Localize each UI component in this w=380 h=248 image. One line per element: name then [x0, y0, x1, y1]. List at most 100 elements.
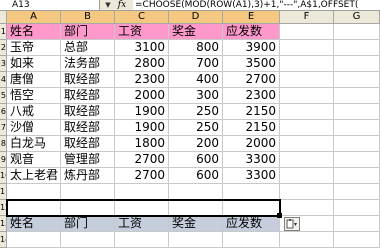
column-header-f[interactable]: F	[280, 11, 334, 24]
table-cell[interactable]: 3300	[223, 152, 280, 168]
grid-cell[interactable]	[334, 88, 380, 104]
insert-function-icon[interactable]: fx	[115, 0, 129, 10]
column-header-a[interactable]: A	[7, 11, 61, 24]
grid-cell[interactable]	[334, 104, 380, 120]
row-header-6[interactable]: 6	[0, 104, 7, 120]
row-header-8[interactable]: 8	[0, 136, 7, 152]
table-cell[interactable]: 3500	[223, 56, 280, 72]
grid-cell[interactable]	[280, 120, 334, 136]
grid-cell[interactable]	[280, 152, 334, 168]
formula-input[interactable]: =CHOOSE(MOD(ROW(A1),3)+1,"---",A$1,OFFSE…	[133, 0, 380, 10]
table-cell[interactable]: 取经部	[61, 120, 115, 136]
table-cell[interactable]: 600	[169, 168, 223, 184]
grid-cell[interactable]	[334, 216, 380, 232]
column-header-e[interactable]: E	[223, 11, 280, 24]
table-cell[interactable]: 2300	[115, 72, 169, 88]
column-header-b[interactable]: B	[61, 11, 115, 24]
grid-cell[interactable]	[334, 120, 380, 136]
table-cell[interactable]: 1900	[115, 120, 169, 136]
selected-cell[interactable]: 奖金	[169, 216, 223, 232]
grid-cell[interactable]	[334, 168, 380, 184]
table-cell[interactable]: 2700	[223, 72, 280, 88]
table-cell[interactable]: 太上老君	[7, 168, 61, 184]
table-cell[interactable]: 管理部	[61, 152, 115, 168]
table-header-cell[interactable]: 姓名	[7, 24, 61, 40]
table-cell[interactable]: 八戒	[7, 104, 61, 120]
table-cell[interactable]: 300	[169, 88, 223, 104]
grid-cell[interactable]	[280, 232, 334, 248]
grid-cell[interactable]	[61, 232, 115, 248]
row-header-11[interactable]: 11	[0, 184, 7, 200]
grid-cell[interactable]	[280, 184, 334, 200]
fill-handle[interactable]	[277, 213, 282, 218]
grid-cell[interactable]	[280, 200, 334, 216]
table-header-cell[interactable]: 部门	[61, 24, 115, 40]
table-cell[interactable]: 2300	[223, 88, 280, 104]
row-header-4[interactable]: 4	[0, 72, 7, 88]
row-header-9[interactable]: 9	[0, 152, 7, 168]
table-cell[interactable]: 700	[169, 56, 223, 72]
table-cell[interactable]: 2150	[223, 104, 280, 120]
table-cell[interactable]: 2800	[115, 56, 169, 72]
column-header-c[interactable]: C	[115, 11, 169, 24]
grid-cell[interactable]	[115, 184, 169, 200]
table-cell[interactable]: 2000	[115, 88, 169, 104]
table-cell[interactable]: 3300	[223, 168, 280, 184]
table-header-cell[interactable]: 工资	[115, 24, 169, 40]
table-cell[interactable]: 如来	[7, 56, 61, 72]
table-cell[interactable]: 悟空	[7, 88, 61, 104]
grid-cell[interactable]	[280, 24, 334, 40]
selected-cell[interactable]: 部门	[61, 216, 115, 232]
name-box[interactable]: A13	[0, 0, 100, 10]
grid-cell[interactable]	[169, 232, 223, 248]
grid-cell[interactable]	[115, 232, 169, 248]
table-cell[interactable]: 1800	[115, 136, 169, 152]
row-header-5[interactable]: 5	[0, 88, 7, 104]
table-cell[interactable]: 白龙马	[7, 136, 61, 152]
row-header-13[interactable]: 13	[0, 216, 7, 232]
grid-cell[interactable]	[334, 24, 380, 40]
grid-cell[interactable]	[7, 232, 61, 248]
selected-cell[interactable]: 工资	[115, 216, 169, 232]
table-cell[interactable]: 600	[169, 152, 223, 168]
row-header-1[interactable]: 1	[0, 24, 7, 40]
selected-cell[interactable]: 应发数	[223, 216, 280, 232]
table-cell[interactable]: 总部	[61, 40, 115, 56]
grid-cell[interactable]	[280, 168, 334, 184]
table-cell[interactable]: 唐僧	[7, 72, 61, 88]
table-cell[interactable]: 400	[169, 72, 223, 88]
table-cell[interactable]: 取经部	[61, 104, 115, 120]
select-all-corner[interactable]	[0, 11, 7, 24]
grid-cell[interactable]	[169, 184, 223, 200]
table-cell[interactable]: 2000	[223, 136, 280, 152]
table-cell[interactable]: 250	[169, 104, 223, 120]
grid-cell[interactable]	[334, 72, 380, 88]
column-header-d[interactable]: D	[169, 11, 223, 24]
table-header-cell[interactable]: 应发数	[223, 24, 280, 40]
grid-cell[interactable]	[334, 152, 380, 168]
column-header-g[interactable]: G	[334, 11, 380, 24]
paste-options-icon[interactable]	[284, 217, 300, 231]
grid-cell[interactable]	[334, 200, 380, 216]
table-cell[interactable]: 玉帝	[7, 40, 61, 56]
row-header-7[interactable]: 7	[0, 120, 7, 136]
table-cell[interactable]: 2700	[115, 168, 169, 184]
table-cell[interactable]: 2700	[115, 152, 169, 168]
grid-cell[interactable]	[61, 184, 115, 200]
grid-cell[interactable]	[280, 104, 334, 120]
table-cell[interactable]: 800	[169, 40, 223, 56]
grid-cell[interactable]	[334, 184, 380, 200]
row-header-14[interactable]: 14	[0, 232, 7, 248]
selected-cell[interactable]: 姓名	[7, 216, 61, 232]
name-box-dropdown-icon[interactable]: ▼	[103, 0, 113, 10]
table-cell[interactable]: 炼丹部	[61, 168, 115, 184]
row-header-2[interactable]: 2	[0, 40, 7, 56]
table-cell[interactable]: 观音	[7, 152, 61, 168]
table-cell[interactable]: 250	[169, 120, 223, 136]
table-cell[interactable]: 2150	[223, 120, 280, 136]
table-cell[interactable]: 200	[169, 136, 223, 152]
table-cell[interactable]: 取经部	[61, 72, 115, 88]
grid-cell[interactable]	[280, 56, 334, 72]
grid-cell[interactable]	[223, 232, 280, 248]
table-cell[interactable]: 取经部	[61, 136, 115, 152]
